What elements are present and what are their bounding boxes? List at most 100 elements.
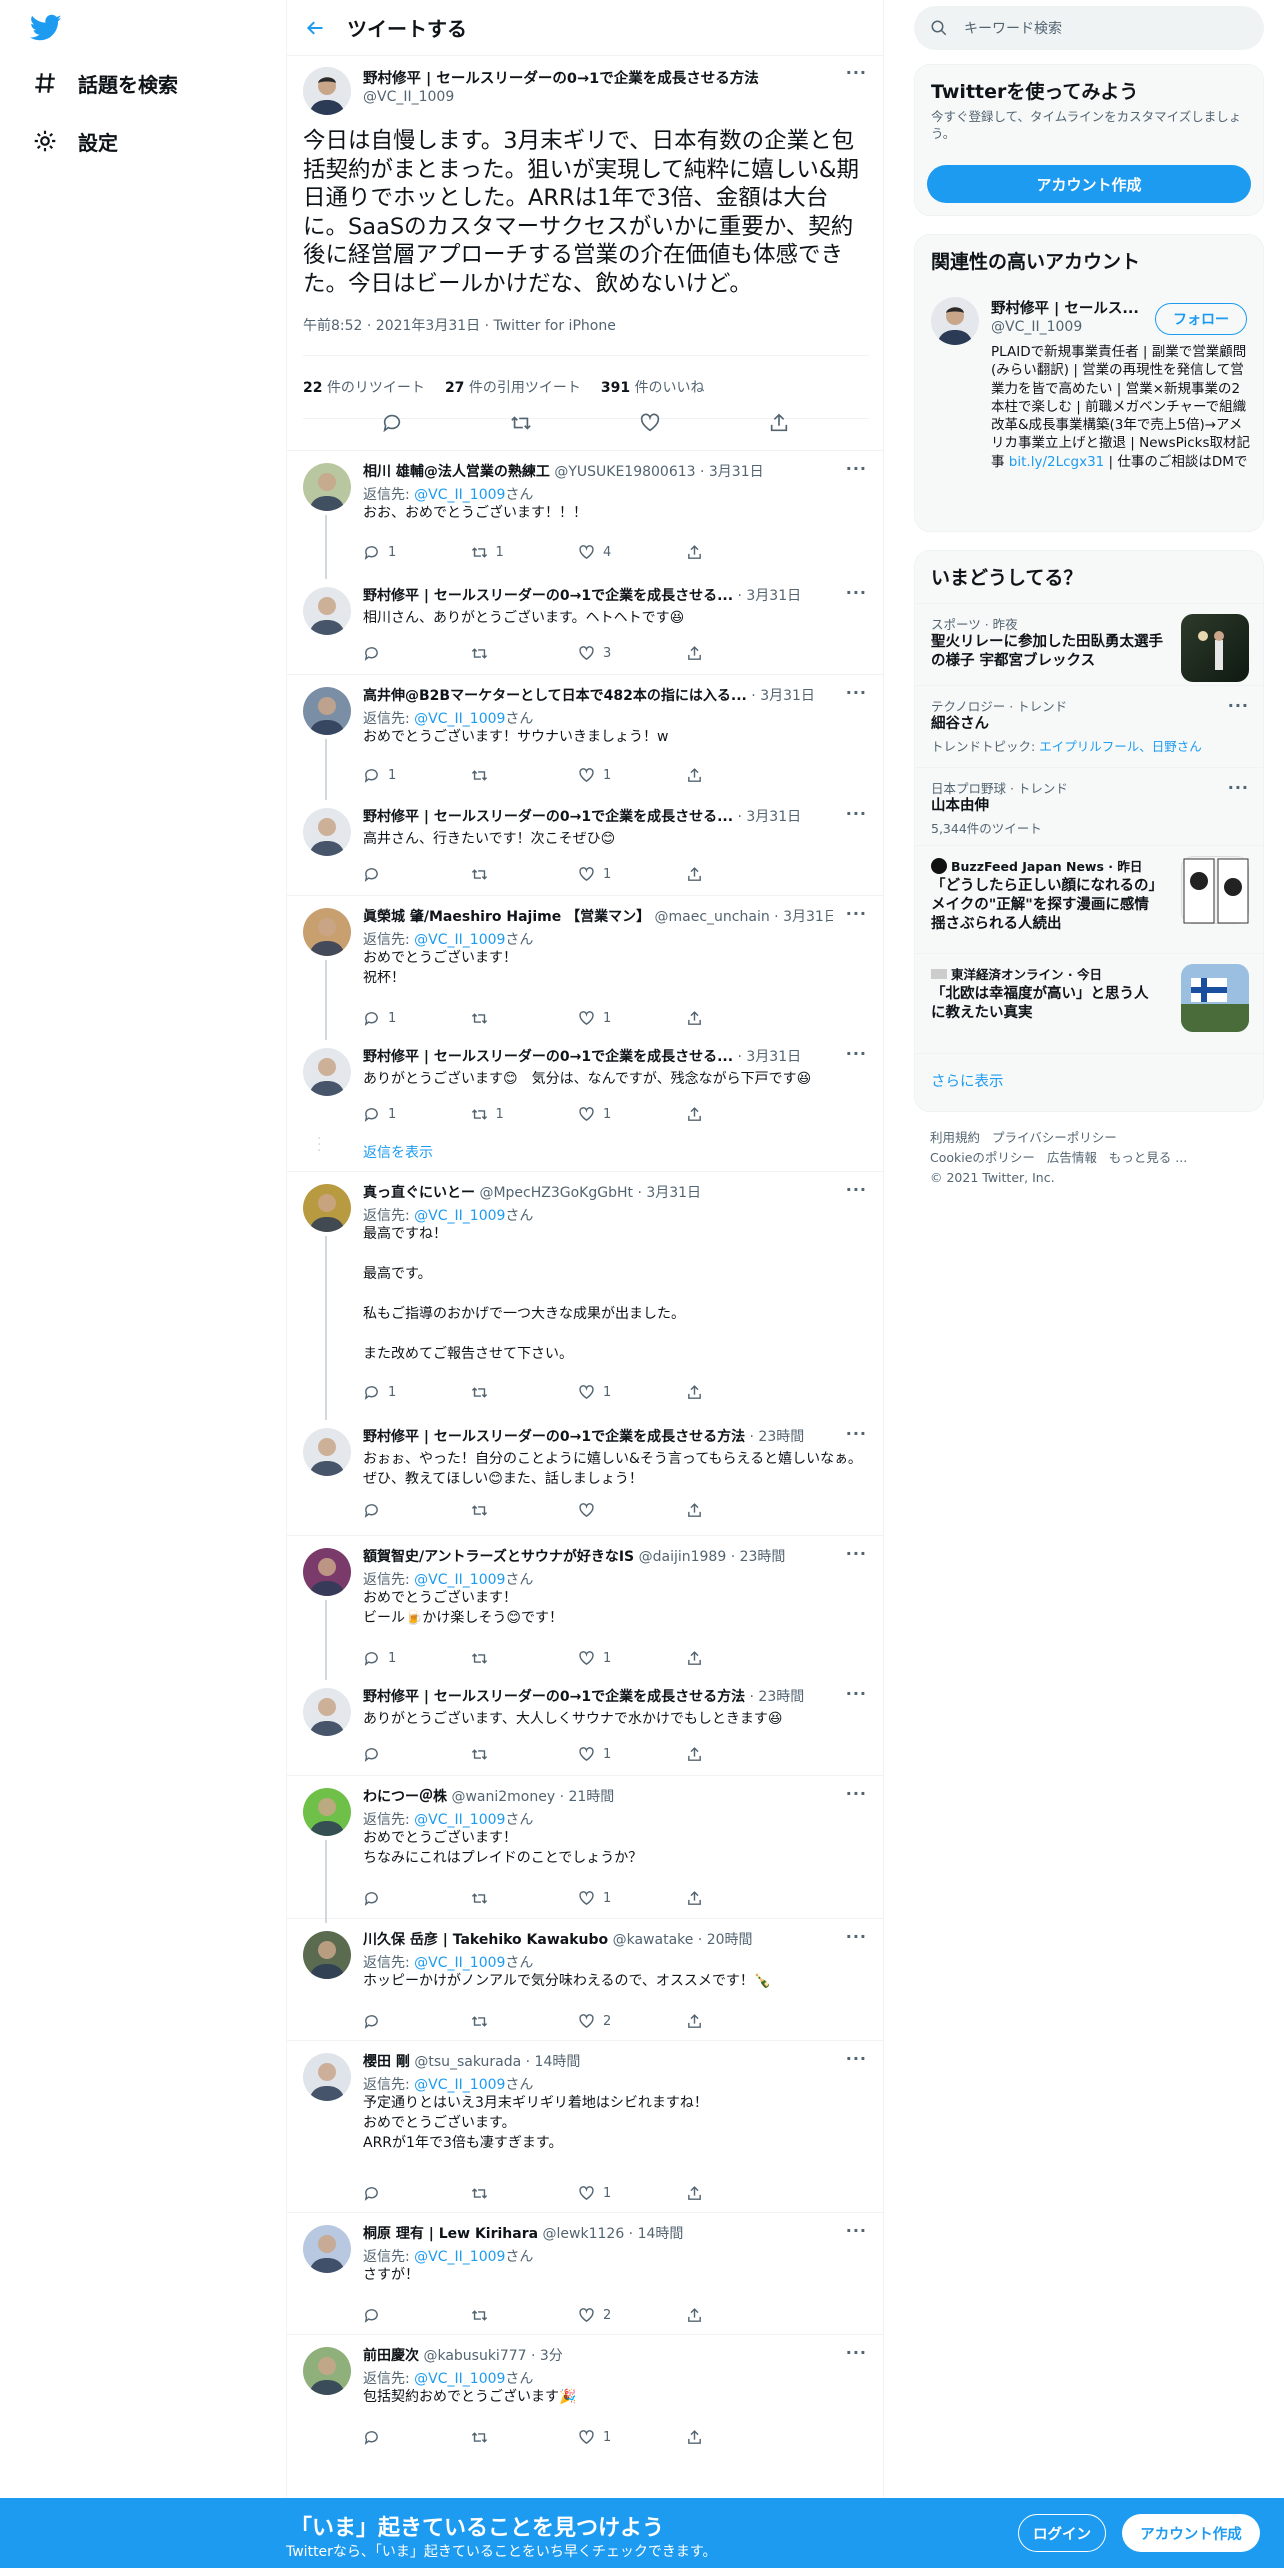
reply-meta[interactable]: @lewk1126 · 14時間 xyxy=(543,2226,684,2242)
trend-item[interactable]: テクノロジー · トレンド 細谷さん トレンドトピック: エイプリルフール、日野… xyxy=(915,685,1263,767)
like-button[interactable]: 1 xyxy=(578,1008,686,1028)
avatar[interactable] xyxy=(303,587,351,635)
reply-meta[interactable]: · 23時間 xyxy=(750,1429,805,1445)
reply-meta[interactable]: · 3月31日 xyxy=(737,1049,801,1065)
share-icon[interactable] xyxy=(768,412,790,434)
twitter-logo-icon[interactable] xyxy=(30,14,62,42)
reply-tweet[interactable]: わにつー＠株 @wani2money · 21時間 ··· 返信先: @VC_II_… xyxy=(287,1776,883,1923)
reply-author-name[interactable]: 野村修平 | セールスリーダーの0→1で企業を成長させる... xyxy=(363,1049,733,1065)
more-icon[interactable]: ··· xyxy=(846,1044,867,1063)
retweet-button[interactable] xyxy=(471,2011,579,2031)
retweet-button[interactable]: 1 xyxy=(471,542,579,562)
related-handle[interactable]: @VC_II_1009 xyxy=(991,319,1082,335)
reply-meta[interactable]: @YUSUKE19800613 · 3月31日 xyxy=(554,464,763,480)
footer-privacy-link[interactable]: プライバシーポリシー xyxy=(992,1130,1117,1145)
reply-button[interactable] xyxy=(363,864,471,884)
share-button[interactable] xyxy=(686,765,794,785)
trend-item[interactable]: 日本プロ野球 · トレンド 山本由伸 5,344件のツイート ··· xyxy=(915,767,1263,845)
reply-author-name[interactable]: 桐原 理有 | Lew Kirihara xyxy=(363,2226,538,2242)
like-button[interactable]: 1 xyxy=(578,1744,686,1764)
footer-ads-link[interactable]: 広告情報 xyxy=(1047,1150,1097,1165)
more-icon[interactable]: ··· xyxy=(1228,696,1249,715)
reply-tweet[interactable]: 野村修平 | セールスリーダーの0→1で企業を成長させる... · 3月31日 ·… xyxy=(287,575,883,675)
retweet-button[interactable] xyxy=(471,1008,579,1028)
reply-to-handle[interactable]: @VC_II_1009 xyxy=(414,1812,505,1828)
reply-meta[interactable]: @kawatake · 20時間 xyxy=(613,1932,753,1948)
reply-meta[interactable]: · 3月31日 xyxy=(737,809,801,825)
like-button[interactable]: 1 xyxy=(578,2427,686,2447)
share-button[interactable] xyxy=(686,2305,794,2325)
reply-button[interactable]: 1 xyxy=(363,765,471,785)
avatar[interactable] xyxy=(303,808,351,856)
reply-tweet[interactable]: 真っ直ぐにいとー @MpecHZ3GoKgGbHt · 3月31日 ··· 返信先:… xyxy=(287,1172,883,1420)
signup-button[interactable]: アカウント作成 xyxy=(927,165,1251,203)
reply-author-name[interactable]: 野村修平 | セールスリーダーの0→1で企業を成長させる... xyxy=(363,809,733,825)
reply-button[interactable] xyxy=(363,1744,471,1764)
reply-meta[interactable]: @tsu_sakurada · 14時間 xyxy=(414,2054,580,2070)
reply-to-handle[interactable]: @VC_II_1009 xyxy=(414,1572,505,1588)
retweet-button[interactable] xyxy=(471,765,579,785)
reply-button[interactable] xyxy=(363,2011,471,2031)
more-icon[interactable]: ··· xyxy=(846,583,867,602)
reply-tweet[interactable]: 額賀智史/アントラーズとサウナが好きなIS @daijin1989 · 23時間… xyxy=(287,1536,883,1680)
search-box[interactable]: キーワード検索 xyxy=(914,6,1264,50)
share-button[interactable] xyxy=(686,643,794,663)
bottom-signup-button[interactable]: アカウント作成 xyxy=(1122,2514,1260,2552)
like-button[interactable]: 1 xyxy=(578,765,686,785)
retweet-button[interactable] xyxy=(471,1744,579,1764)
reply-to-handle[interactable]: @VC_II_1009 xyxy=(414,932,505,948)
reply-tweet[interactable]: 高井伸@B2Bマーケターとして日本で482本の指には入る... · 3月31日 ·… xyxy=(287,675,883,800)
share-button[interactable] xyxy=(686,2183,794,2203)
avatar[interactable] xyxy=(303,687,351,735)
reply-button[interactable] xyxy=(363,2427,471,2447)
avatar[interactable] xyxy=(303,1428,351,1476)
share-button[interactable] xyxy=(686,1008,794,1028)
avatar[interactable] xyxy=(303,2347,351,2395)
retweet-button[interactable] xyxy=(471,864,579,884)
more-icon[interactable]: ··· xyxy=(846,1180,867,1199)
related-bio-link[interactable]: bit.ly/2Lcgx31 xyxy=(1009,454,1104,470)
reply-meta[interactable]: · 23時間 xyxy=(750,1689,805,1705)
reply-author-name[interactable]: 真っ直ぐにいとー xyxy=(363,1185,475,1201)
more-icon[interactable]: ··· xyxy=(846,804,867,823)
footer-more-link[interactable]: もっと見る ... xyxy=(1109,1150,1187,1165)
avatar[interactable] xyxy=(303,1688,351,1736)
author-name[interactable]: 野村修平 | セールスリーダーの0→1で企業を成長させる方法 xyxy=(363,67,759,88)
like-button[interactable]: 1 xyxy=(578,1104,686,1124)
reply-meta[interactable]: @wani2money · 21時間 xyxy=(451,1789,614,1805)
reply-meta[interactable]: @MpecHZ3GoKgGbHt · 3月31日 xyxy=(479,1185,701,1201)
share-button[interactable] xyxy=(686,1888,794,1908)
like-button[interactable]: 2 xyxy=(578,2305,686,2325)
more-icon[interactable]: ··· xyxy=(846,2221,867,2240)
footer-terms-link[interactable]: 利用規約 xyxy=(930,1130,980,1145)
reply-icon[interactable] xyxy=(381,412,403,434)
tweet-timestamp[interactable]: 午前8:52 · 2021年3月31日 · Twitter for iPhone xyxy=(303,315,616,335)
retweet-button[interactable]: 1 xyxy=(471,1104,579,1124)
more-icon[interactable]: ··· xyxy=(1228,778,1249,797)
avatar[interactable] xyxy=(303,1048,351,1096)
reply-button[interactable]: 1 xyxy=(363,1008,471,1028)
avatar[interactable] xyxy=(303,67,351,115)
retweet-stat[interactable]: 22 件のリツイート xyxy=(303,377,425,397)
reply-meta[interactable]: @kabusuki777 · 3分 xyxy=(423,2348,562,2364)
quote-stat[interactable]: 27 件の引用ツイート xyxy=(445,377,581,397)
share-button[interactable] xyxy=(686,2011,794,2031)
reply-button[interactable] xyxy=(363,2305,471,2325)
more-icon[interactable]: ··· xyxy=(846,904,867,923)
reply-button[interactable]: 1 xyxy=(363,1382,471,1402)
reply-author-name[interactable]: 野村修平 | セールスリーダーの0→1で企業を成長させる方法 xyxy=(363,1429,745,1445)
retweet-button[interactable] xyxy=(471,1382,579,1402)
more-icon[interactable]: ··· xyxy=(846,1684,867,1703)
reply-to-handle[interactable]: @VC_II_1009 xyxy=(414,487,505,503)
show-more-trends[interactable]: さらに表示 xyxy=(915,1053,1263,1111)
reply-author-name[interactable]: 高井伸@B2Bマーケターとして日本で482本の指には入る... xyxy=(363,688,747,704)
reply-author-name[interactable]: 野村修平 | セールスリーダーの0→1で企業を成長させる... xyxy=(363,588,733,604)
trend-item[interactable]: BuzzFeed Japan News · 昨日 「どうしたら正しい顔になれるの… xyxy=(915,845,1263,953)
share-button[interactable] xyxy=(686,1104,794,1124)
share-button[interactable] xyxy=(686,1744,794,1764)
share-button[interactable] xyxy=(686,864,794,884)
nav-settings[interactable]: 設定 xyxy=(30,126,118,156)
nav-explore[interactable]: 話題を検索 xyxy=(30,68,178,98)
like-button[interactable]: 1 xyxy=(578,2183,686,2203)
reply-tweet[interactable]: 野村修平 | セールスリーダーの0→1で企業を成長させる... · 3月31日 ·… xyxy=(287,796,883,896)
